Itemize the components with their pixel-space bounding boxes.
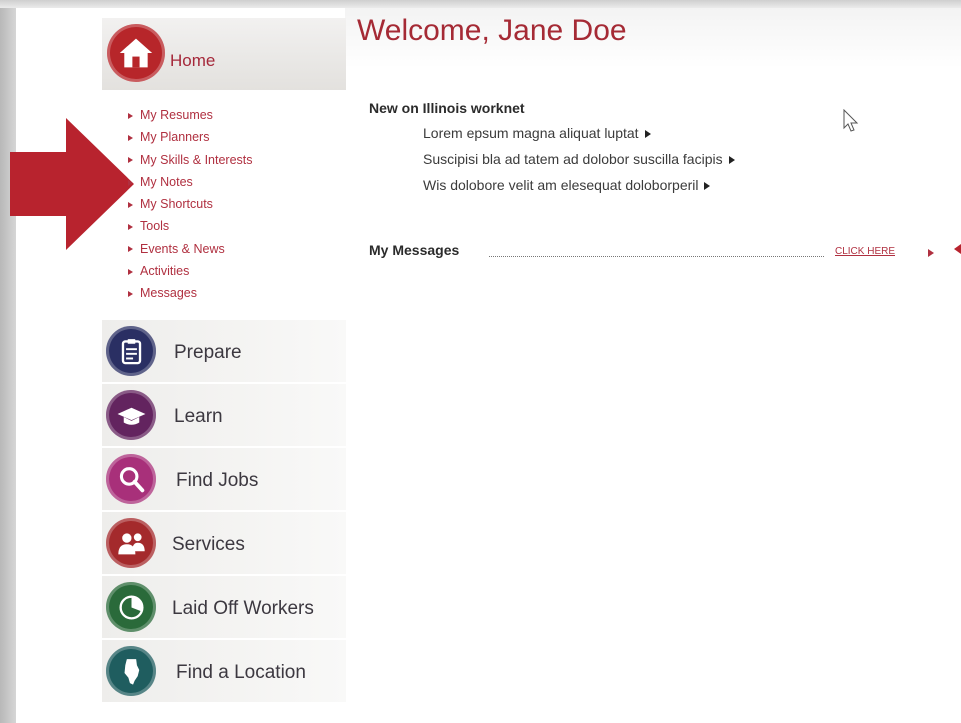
submenu-item-events-news[interactable]: Events & News (128, 238, 253, 260)
triangle-right-icon (644, 130, 651, 139)
mouse-cursor-icon (843, 109, 859, 132)
people-icon (106, 518, 156, 568)
clipboard-icon (106, 326, 156, 376)
triangle-right-icon (128, 268, 133, 275)
news-item-label: Lorem epsum magna aliquat luptat (423, 125, 639, 141)
annotation-pointer-icon (954, 244, 961, 254)
submenu-item-my-notes[interactable]: My Notes (128, 171, 253, 193)
submenu-label: Tools (140, 219, 170, 234)
nav-learn-label: Learn (174, 406, 223, 427)
news-item[interactable]: Lorem epsum magna aliquat luptat (423, 120, 735, 146)
dotted-leader (489, 256, 824, 257)
news-list: Lorem epsum magna aliquat luptat Suscipi… (423, 120, 735, 198)
home-icon (107, 24, 165, 82)
nav-find-a-location[interactable]: Find a Location (102, 640, 346, 703)
window-frame-top (0, 0, 961, 8)
magnifier-icon (106, 454, 156, 504)
triangle-right-icon (728, 156, 735, 165)
nav-find-jobs[interactable]: Find Jobs (102, 448, 346, 511)
triangle-right-icon (128, 291, 133, 298)
news-item[interactable]: Suscipisi bla ad tatem ad dolobor suscil… (423, 146, 735, 172)
window-frame-left (0, 0, 16, 723)
triangle-right-icon (128, 179, 133, 186)
news-item[interactable]: Wis dolobore velit am elesequat doloborp… (423, 172, 735, 198)
nav-learn[interactable]: Learn (102, 384, 346, 447)
submenu-label: Activities (140, 264, 190, 279)
illinois-map-icon (106, 646, 156, 696)
nav-laid-off-workers[interactable]: Laid Off Workers (102, 576, 346, 639)
annotation-arrow-icon (10, 118, 134, 250)
submenu-item-activities[interactable]: Activities (128, 260, 253, 282)
pie-chart-icon (106, 582, 156, 632)
news-item-label: Suscipisi bla ad tatem ad dolobor suscil… (423, 151, 723, 167)
nav-services-label: Services (172, 534, 245, 555)
submenu-item-my-skills-interests[interactable]: My Skills & Interests (128, 149, 253, 171)
nav-services[interactable]: Services (102, 512, 346, 575)
messages-label: My Messages (369, 242, 460, 258)
home-submenu: My Resumes My Planners My Skills & Inter… (128, 104, 253, 305)
submenu-label: My Planners (140, 130, 210, 145)
submenu-label: My Shortcuts (140, 197, 213, 212)
triangle-right-icon (128, 135, 133, 141)
submenu-label: Messages (140, 286, 197, 301)
nav-find-a-location-label: Find a Location (176, 662, 306, 683)
triangle-right-icon (928, 249, 934, 257)
nav-laid-off-workers-label: Laid Off Workers (172, 598, 314, 619)
submenu-item-tools[interactable]: Tools (128, 215, 253, 237)
messages-row: My Messages CLICK HERE (369, 242, 949, 262)
triangle-right-icon (128, 112, 133, 119)
submenu-item-my-planners[interactable]: My Planners (128, 126, 253, 148)
triangle-right-icon (128, 157, 133, 164)
nav-home-label: Home (170, 51, 216, 70)
submenu-item-my-shortcuts[interactable]: My Shortcuts (128, 193, 253, 215)
nav-find-jobs-label: Find Jobs (176, 470, 259, 491)
nav-prepare[interactable]: Prepare (102, 320, 346, 383)
submenu-label: My Resumes (140, 108, 213, 122)
page-title: Welcome, Jane Doe (357, 14, 627, 47)
graduation-cap-icon (106, 390, 156, 440)
triangle-right-icon (128, 201, 133, 208)
news-heading: New on Illinois worknet (369, 100, 525, 116)
nav-prepare-label: Prepare (174, 342, 242, 363)
triangle-right-icon (128, 246, 133, 253)
submenu-item-my-resumes[interactable]: My Resumes (128, 104, 253, 126)
triangle-right-icon (704, 182, 711, 191)
triangle-right-icon (128, 224, 133, 231)
submenu-label: My Skills & Interests (140, 152, 253, 167)
submenu-label: Events & News (140, 241, 225, 256)
submenu-item-messages[interactable]: Messages (128, 282, 253, 304)
submenu-label: My Notes (140, 174, 193, 189)
click-here-link[interactable]: CLICK HERE (835, 246, 895, 257)
nav-home[interactable]: Home (102, 18, 346, 90)
news-item-label: Wis dolobore velit am elesequat doloborp… (423, 177, 699, 193)
